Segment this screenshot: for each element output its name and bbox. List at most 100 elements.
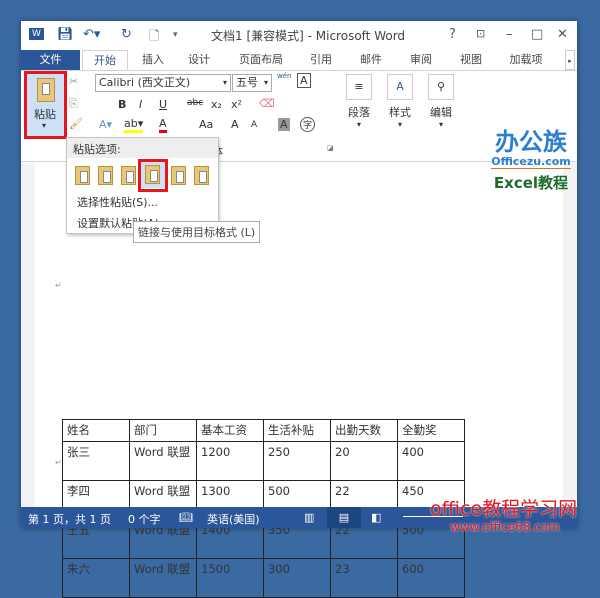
font-color-button[interactable]: A	[159, 118, 167, 133]
window-title: 文档1 [兼容模式] - Microsoft Word	[211, 29, 406, 43]
tab-file[interactable]: 文件	[21, 50, 80, 70]
editing-button[interactable]: ⚲ 编辑 ▾	[423, 74, 459, 134]
tab-mailings[interactable]: 邮件	[351, 50, 391, 70]
italic-button[interactable]: I	[139, 98, 142, 111]
tab-insert[interactable]: 插入	[133, 50, 173, 70]
print-layout-icon[interactable]: ▤	[327, 507, 361, 528]
table-cell[interactable]: 张三	[62, 441, 130, 481]
character-border-button[interactable]: A	[297, 73, 311, 88]
paste-special-item[interactable]: 选择性粘贴(S)...	[77, 194, 158, 210]
table-cell[interactable]: 1500	[196, 558, 264, 598]
picture-paste-icon[interactable]	[171, 166, 186, 185]
table-cell[interactable]: 250	[263, 441, 331, 481]
read-mode-icon[interactable]: ▥	[304, 511, 314, 524]
styles-icon: A	[387, 74, 413, 100]
styles-button[interactable]: A 样式 ▾	[382, 74, 418, 134]
table-row: 张三 Word 联盟 1200 250 20 400	[62, 441, 465, 481]
find-binoculars-icon: ⚲	[428, 74, 454, 100]
title-bar: W 💾︎ ↶▾ ↻ 🗋︎ ▾ 文档1 [兼容模式] - Microsoft Wo…	[21, 21, 577, 50]
tab-addins[interactable]: 加载项	[501, 50, 551, 70]
keep-text-only-icon[interactable]	[194, 166, 209, 185]
ribbon-tabs: 文件 开始 插入 设计 页面布局 引用 邮件 审阅 视图 加载项 ▸	[21, 50, 577, 70]
paragraph-button[interactable]: ≡ 段落 ▾	[341, 74, 377, 134]
table-header-cell[interactable]: 出勤天数	[330, 419, 398, 442]
close-icon[interactable]: ✕	[557, 27, 568, 42]
page-count[interactable]: 第 1 页，共 1 页	[28, 511, 111, 527]
table-header-cell[interactable]: 姓名	[62, 419, 130, 442]
editing-label: 编辑	[430, 106, 452, 119]
enclose-character-button[interactable]: 字	[300, 117, 316, 132]
highlight-icon[interactable]: ab▾	[124, 118, 144, 133]
table-cell[interactable]: 400	[397, 441, 465, 481]
grow-font-button[interactable]: A	[231, 118, 239, 131]
save-icon[interactable]: 💾︎	[57, 27, 74, 42]
redo-icon[interactable]: ↻	[121, 27, 132, 42]
help-icon[interactable]: ?	[449, 27, 456, 42]
table-cell[interactable]: 300	[263, 558, 331, 598]
web-layout-icon[interactable]: ◧	[371, 511, 381, 524]
font-name-value: Calibri (西文正文)	[99, 76, 191, 89]
new-document-icon[interactable]: 🗋︎	[149, 27, 159, 49]
format-painter-icon[interactable]: 🖌︎	[69, 117, 83, 130]
word-count[interactable]: 0 个字	[128, 511, 161, 527]
tooltip: 链接与使用目标格式 (L)	[133, 221, 261, 243]
font-dialog-launcher[interactable]: ◪	[327, 144, 334, 152]
footer-watermark: office教程学习网	[430, 498, 578, 520]
tab-layout[interactable]: 页面布局	[231, 50, 291, 70]
paragraph-mark: ↵	[55, 281, 62, 290]
highlight-box	[24, 71, 67, 139]
table-header-cell[interactable]: 部门	[129, 419, 197, 442]
clear-formatting-icon[interactable]: ⌫	[259, 97, 275, 110]
language[interactable]: 英语(美国)	[207, 511, 260, 527]
table-header-cell[interactable]: 基本工资	[196, 419, 264, 442]
watermark-sub: Excel教程	[493, 174, 569, 192]
table-cell[interactable]: Word 联盟	[129, 441, 197, 481]
superscript-button[interactable]: x²	[231, 98, 242, 111]
table-header-cell[interactable]: 生活补贴	[263, 419, 331, 442]
change-case-button[interactable]: Aa	[199, 118, 213, 131]
customize-qat-icon[interactable]: ▾	[173, 30, 178, 40]
table-cell[interactable]: 朱六	[62, 558, 130, 598]
watermark-logo-text: 办公族	[495, 128, 567, 156]
table-header-row: 姓名 部门 基本工资 生活补贴 出勤天数 全勤奖	[62, 419, 465, 442]
tab-references[interactable]: 引用	[301, 50, 341, 70]
tab-home[interactable]: 开始	[82, 50, 128, 70]
table-row: 朱六 Word 联盟 1500 300 23 600	[62, 558, 465, 598]
tab-scroll-right[interactable]: ▸	[565, 50, 575, 70]
tab-design[interactable]: 设计	[179, 50, 219, 70]
font-size-select[interactable]: 五号 ▾	[232, 74, 272, 92]
paste-options-header: 粘贴选项:	[67, 138, 218, 158]
underline-button[interactable]: U	[159, 98, 167, 111]
minimize-icon[interactable]: –	[506, 27, 513, 42]
table-cell[interactable]: 23	[330, 558, 398, 598]
table-cell[interactable]: 600	[397, 558, 465, 598]
watermark-logo: 办公族 Officezu.com Excel教程	[491, 129, 571, 193]
table-cell[interactable]: Word 联盟	[129, 558, 197, 598]
font-name-select[interactable]: Calibri (西文正文) ▾	[95, 74, 231, 92]
font-size-value: 五号	[236, 76, 258, 89]
maximize-icon[interactable]: □	[531, 27, 543, 42]
subscript-button[interactable]: x₂	[211, 98, 222, 111]
phonetic-guide-button[interactable]: wén	[277, 72, 291, 80]
tab-view[interactable]: 视图	[451, 50, 491, 70]
ribbon-display-icon[interactable]: ⊡	[476, 27, 485, 40]
bold-button[interactable]: B	[118, 98, 126, 111]
link-keep-source-icon[interactable]	[121, 166, 136, 185]
character-shading-button[interactable]: A	[278, 118, 290, 131]
table-header-cell[interactable]: 全勤奖	[397, 419, 465, 442]
proofing-icon[interactable]: 📖︎	[179, 511, 193, 524]
undo-icon[interactable]: ↶▾	[83, 27, 100, 42]
tab-review[interactable]: 审阅	[401, 50, 441, 70]
shrink-font-button[interactable]: A	[251, 120, 257, 130]
keep-source-formatting-icon[interactable]	[75, 166, 90, 185]
table-cell[interactable]: 20	[330, 441, 398, 481]
text-effects-icon[interactable]: A▾	[99, 118, 112, 131]
table-cell[interactable]: 1200	[196, 441, 264, 481]
copy-icon[interactable]: ⎘	[69, 97, 78, 111]
strikethrough-button[interactable]: abc	[187, 98, 203, 108]
paragraph-icon: ≡	[346, 74, 372, 100]
styles-label: 样式	[389, 106, 411, 119]
merge-formatting-icon[interactable]	[98, 166, 113, 185]
paste-options-menu: 粘贴选项: 选择性粘贴(S)... 设置默认粘贴(A)...	[66, 137, 219, 234]
cut-icon[interactable]: ✂	[69, 75, 78, 88]
